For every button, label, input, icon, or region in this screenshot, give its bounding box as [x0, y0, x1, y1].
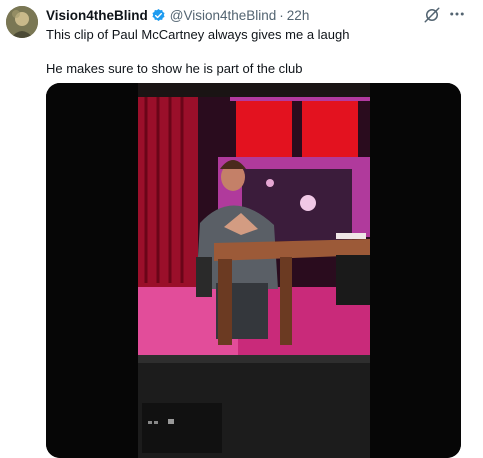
video-frame	[46, 83, 461, 458]
tweet[interactable]: Vision4theBlind @Vision4theBlind · 22h T…	[0, 0, 483, 458]
grok-icon[interactable]	[423, 6, 441, 24]
tv-screen	[138, 97, 370, 355]
tweet-text-line-1: This clip of Paul McCartney always gives…	[46, 27, 350, 42]
separator-dot: ·	[279, 7, 284, 23]
avatar[interactable]	[6, 6, 38, 38]
video-player[interactable]	[46, 83, 461, 458]
tweet-header: Vision4theBlind @Vision4theBlind · 22h	[46, 6, 309, 24]
author-handle[interactable]: @Vision4theBlind	[170, 8, 277, 23]
verified-badge-icon	[151, 8, 166, 23]
tweet-text-line-2: He makes sure to show he is part of the …	[46, 61, 303, 76]
timestamp[interactable]: 22h	[287, 8, 310, 23]
author-name[interactable]: Vision4theBlind	[46, 8, 148, 23]
more-options-icon[interactable]	[448, 5, 466, 23]
